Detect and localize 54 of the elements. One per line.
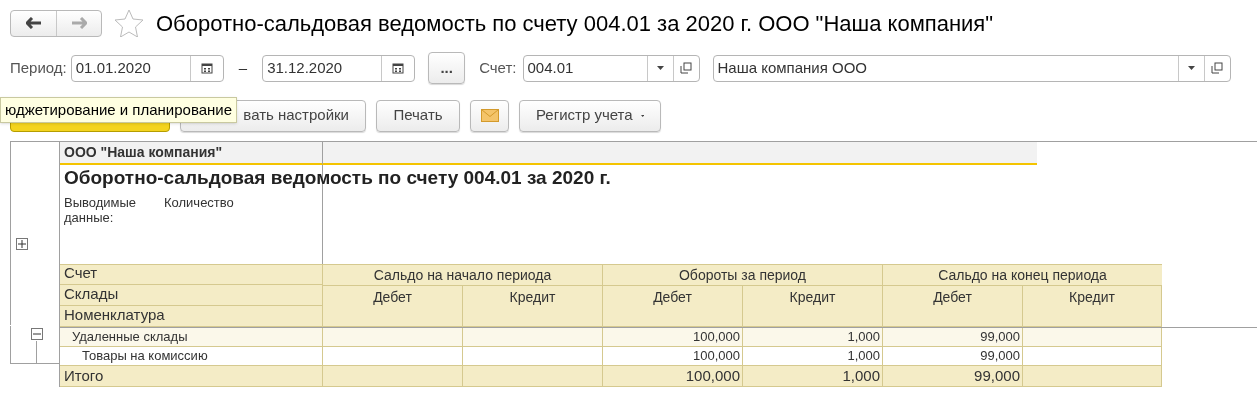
register-menu-button[interactable]: Регистр учета	[519, 99, 661, 132]
open-window-icon	[1211, 62, 1223, 74]
period-label: Период:	[10, 57, 67, 78]
total-label-cell: Итого	[60, 366, 322, 387]
forward-arrow-icon	[71, 17, 87, 29]
dash: –	[238, 57, 248, 78]
dropdown-icon	[656, 66, 664, 70]
header-cell: Дебет	[322, 286, 462, 327]
minus-icon	[33, 330, 41, 338]
header-cell: Кредит	[1022, 286, 1162, 327]
value-cell: 99,000	[882, 366, 1022, 387]
value-cell: 1,000	[742, 366, 882, 387]
star-icon[interactable]	[114, 9, 144, 37]
value-cell: 100,000	[602, 328, 742, 347]
organization-field[interactable]: Наша компания ООО	[712, 54, 1231, 82]
header-cell: Сальдо на конец периода	[882, 264, 1162, 286]
row-label-cell: Удаленные склады	[60, 328, 322, 347]
dropdown-icon	[1187, 66, 1195, 70]
value-cell: 1,000	[742, 347, 882, 366]
expand-toggle[interactable]	[16, 238, 28, 250]
header-cell: Сальдо на начало периода	[322, 264, 602, 286]
period-button[interactable]: ...	[428, 52, 466, 84]
account-label: Счет:	[479, 57, 517, 78]
parameter-value: Количество	[163, 195, 235, 212]
calendar-icon	[200, 62, 213, 74]
collapse-toggle[interactable]	[31, 328, 43, 340]
header-cell: Кредит	[462, 286, 602, 327]
back-arrow-icon	[25, 17, 42, 29]
value-cell: 100,000	[602, 347, 742, 366]
company-cell: ООО "Наша компания"	[60, 142, 322, 165]
parameter-label: Выводимые данные:	[63, 195, 138, 227]
value-cell: 100,000	[602, 366, 742, 387]
envelope-icon	[480, 109, 499, 122]
header-cell: Счет	[60, 264, 322, 285]
date-to-field[interactable]: 31.12.2020	[262, 54, 416, 82]
header-cell: Дебет	[882, 286, 1022, 327]
header-cell: Кредит	[742, 286, 882, 327]
header-cell: Номенклатура	[60, 306, 322, 327]
tooltip: юджетирование и планирование	[0, 97, 238, 123]
value-cell: 99,000	[882, 328, 1022, 347]
report-title: Оборотно-сальдовая ведомость по счету 004.01 за 2020 г.	[63, 165, 612, 190]
value-cell: 99,000	[882, 347, 1022, 366]
header-cell: Обороты за период	[602, 264, 882, 286]
plus-icon	[18, 240, 26, 248]
window-title: Оборотно-сальдовая ведомость по счету 004.01 за 2020 г. ООО "Наша компания"	[156, 9, 994, 38]
value-cell: 1,000	[742, 328, 882, 347]
header-cell: Дебет	[602, 286, 742, 327]
toolbar-button[interactable]: Печать	[376, 99, 460, 132]
header-cell: Склады	[60, 285, 322, 306]
email-button[interactable]	[470, 99, 509, 132]
calendar-icon	[392, 62, 405, 74]
account-field[interactable]: 004.01	[522, 54, 700, 82]
date-from-field[interactable]: 01.01.2020	[70, 54, 224, 82]
open-window-icon	[680, 62, 692, 74]
